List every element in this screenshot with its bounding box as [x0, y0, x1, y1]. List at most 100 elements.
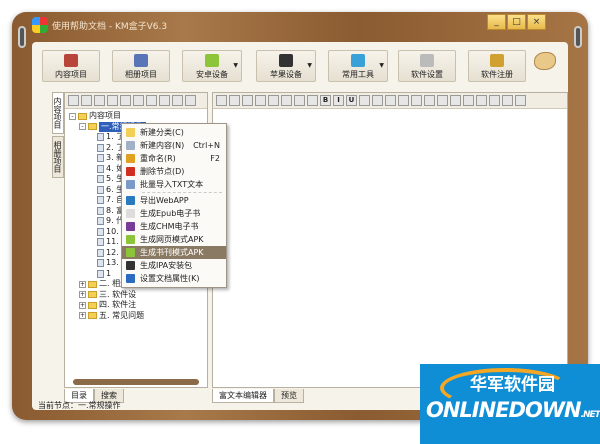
tree-tool-icon[interactable]	[185, 95, 196, 106]
apple-icon	[126, 261, 135, 270]
tab-preview[interactable]: 预览	[274, 389, 304, 403]
properties-icon	[126, 274, 135, 283]
editor-tool-icon[interactable]	[489, 95, 500, 106]
editor-tool-icon[interactable]	[307, 95, 318, 106]
document-icon	[97, 196, 104, 205]
menu-item-5[interactable]: 导出WebAPP	[122, 194, 226, 207]
android-icon	[126, 248, 135, 257]
tree-root[interactable]: - 内容项目	[69, 111, 203, 122]
toolbar-button-1[interactable]: 相册项目	[112, 50, 170, 82]
watermark-logo: 华军软件园 ONLINEDOWN.NET	[420, 364, 600, 444]
tree-tool-icon[interactable]	[159, 95, 170, 106]
tree-tool-icon[interactable]	[81, 95, 92, 106]
document-icon	[97, 164, 104, 173]
toolbar-button-0[interactable]: 内容项目	[42, 50, 100, 82]
horizontal-scrollbar[interactable]	[73, 379, 199, 385]
menu-item-8[interactable]: 生成网页模式APK	[122, 233, 226, 246]
tree-toolbar	[65, 93, 207, 109]
toolbar-button-6[interactable]: 软件注册	[468, 50, 526, 82]
editor-tool-icon[interactable]	[502, 95, 513, 106]
tree-tool-icon[interactable]	[133, 95, 144, 106]
toolbar-button-3[interactable]: 苹果设备 ▼	[256, 50, 316, 82]
binder-ring-icon	[18, 26, 26, 48]
editor-toolbar: BIU	[213, 93, 567, 109]
menu-item-6[interactable]: 生成Epub电子书	[122, 207, 226, 220]
vtab-album[interactable]: 相册项目	[52, 136, 64, 178]
document-icon	[97, 227, 104, 236]
editor-tool-icon[interactable]	[515, 95, 526, 106]
toolbar-label: 内容项目	[55, 70, 87, 79]
android-icon	[205, 54, 219, 67]
tree-tool-icon[interactable]	[172, 95, 183, 106]
toolbar-label: 软件注册	[481, 70, 513, 79]
toolbar-button-4[interactable]: 常用工具 ▼	[328, 50, 388, 82]
format-button[interactable]: U	[346, 95, 357, 106]
app-window: 使用帮助文档 - KM盒子V6.3 _ □ × 内容项目 相册项目 安卓设备 ▼ 苹果设…	[12, 12, 588, 420]
editor-tool-icon[interactable]	[294, 95, 305, 106]
dropdown-caret-icon[interactable]: ▼	[233, 62, 238, 69]
document-icon	[97, 154, 104, 163]
editor-area[interactable]	[213, 109, 567, 387]
expand-icon[interactable]: +	[79, 312, 86, 320]
editor-tool-icon[interactable]	[229, 95, 240, 106]
editor-tool-icon[interactable]	[450, 95, 461, 106]
tree-tool-icon[interactable]	[146, 95, 157, 106]
document-icon	[97, 238, 104, 247]
editor-tool-icon[interactable]	[476, 95, 487, 106]
document-icon	[97, 133, 104, 142]
editor-tool-icon[interactable]	[437, 95, 448, 106]
rename-icon	[126, 154, 135, 163]
photo-icon	[134, 54, 148, 67]
editor-tool-icon[interactable]	[359, 95, 370, 106]
expand-icon[interactable]: +	[79, 291, 86, 299]
minimize-button[interactable]: _	[487, 14, 506, 30]
editor-panel: BIU	[212, 92, 568, 388]
format-button[interactable]: I	[333, 95, 344, 106]
editor-tool-icon[interactable]	[242, 95, 253, 106]
tree-folder[interactable]: + 五. 常见问题	[69, 311, 203, 322]
menu-item-1[interactable]: 新建内容(N) Ctrl+N	[122, 139, 226, 152]
close-button[interactable]: ×	[527, 14, 546, 30]
format-button[interactable]: B	[320, 95, 331, 106]
tab-rich-editor[interactable]: 富文本编辑器	[212, 389, 274, 403]
editor-tool-icon[interactable]	[398, 95, 409, 106]
editor-tool-icon[interactable]	[424, 95, 435, 106]
menu-item-11[interactable]: 设置文档属性(K)	[122, 272, 226, 285]
document-icon	[97, 259, 104, 268]
menu-item-10[interactable]: 生成IPA安装包	[122, 259, 226, 272]
editor-tool-icon[interactable]	[463, 95, 474, 106]
menu-item-9[interactable]: 生成书刊模式APK	[122, 246, 226, 259]
collapse-icon[interactable]: -	[69, 112, 76, 120]
tree-folder[interactable]: + 四. 软件注	[69, 300, 203, 311]
tree-tool-icon[interactable]	[68, 95, 79, 106]
menu-item-3[interactable]: 删除节点(D)	[122, 165, 226, 178]
menu-item-0[interactable]: 新建分类(C)	[122, 126, 226, 139]
palette-icon[interactable]	[534, 52, 556, 70]
collapse-icon[interactable]: -	[79, 123, 86, 131]
vtab-content[interactable]: 内容项目	[52, 92, 64, 134]
main-area: 内容项目 相册项目 安卓设备 ▼ 苹果设备 ▼ 常用工具 ▼ 软件设置 软件注册 内容项目 相册项…	[32, 42, 568, 410]
menu-separator	[142, 192, 222, 193]
maximize-button[interactable]: □	[507, 14, 526, 30]
editor-tool-icon[interactable]	[411, 95, 422, 106]
toolbar-button-5[interactable]: 软件设置	[398, 50, 456, 82]
dropdown-caret-icon[interactable]: ▼	[379, 62, 384, 69]
tree-tool-icon[interactable]	[120, 95, 131, 106]
menu-item-4[interactable]: 批量导入TXT文本	[122, 178, 226, 191]
editor-tool-icon[interactable]	[255, 95, 266, 106]
editor-tool-icon[interactable]	[385, 95, 396, 106]
editor-tool-icon[interactable]	[281, 95, 292, 106]
expand-icon[interactable]: +	[79, 301, 86, 309]
editor-tool-icon[interactable]	[268, 95, 279, 106]
document-icon	[97, 248, 104, 257]
tree-tool-icon[interactable]	[94, 95, 105, 106]
expand-icon[interactable]: +	[79, 280, 86, 288]
toolbar-button-2[interactable]: 安卓设备 ▼	[182, 50, 242, 82]
menu-item-7[interactable]: 生成CHM电子书	[122, 220, 226, 233]
editor-tool-icon[interactable]	[372, 95, 383, 106]
menu-item-2[interactable]: 重命名(R) F2	[122, 152, 226, 165]
tree-folder[interactable]: + 三. 软件设	[69, 290, 203, 301]
dropdown-caret-icon[interactable]: ▼	[307, 62, 312, 69]
tree-tool-icon[interactable]	[107, 95, 118, 106]
editor-tool-icon[interactable]	[216, 95, 227, 106]
